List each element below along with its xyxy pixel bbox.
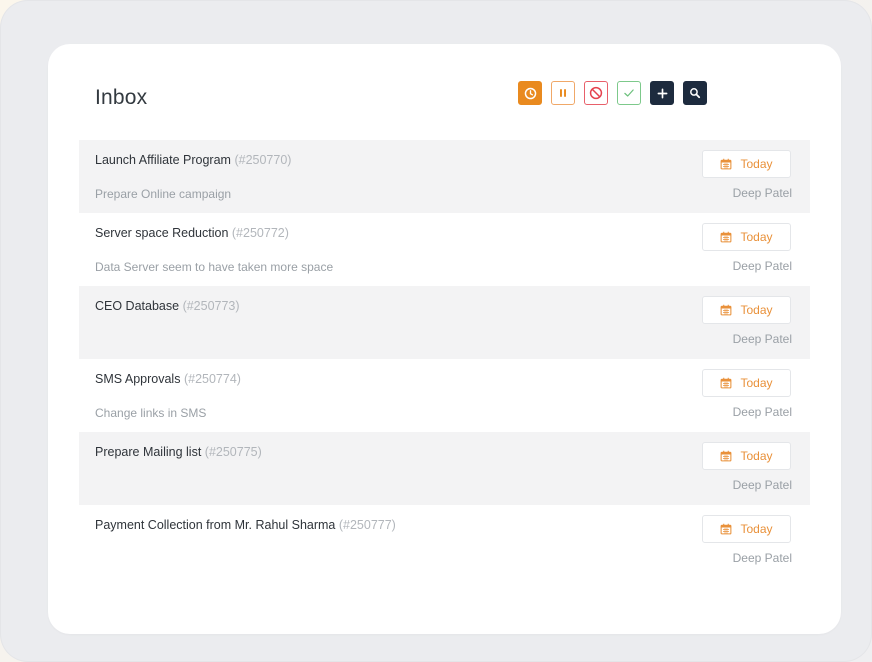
task-title: Launch Affiliate Program (#250770): [95, 153, 291, 167]
task-name: SMS Approvals: [95, 372, 181, 386]
calendar-icon: [721, 523, 732, 535]
due-date-badge[interactable]: Today: [702, 223, 791, 251]
page-frame: Inbox Launch Affiliate Program (#250770)…: [0, 0, 872, 662]
task-title: Prepare Mailing list (#250775): [95, 445, 262, 459]
search-icon: [690, 88, 701, 99]
task-id: (#250770): [234, 153, 292, 167]
task-id: (#250774): [183, 372, 241, 386]
calendar-icon: [721, 450, 732, 462]
task-title: Server space Reduction (#250772): [95, 226, 289, 240]
clock-icon: [524, 87, 536, 99]
task-name: CEO Database: [95, 299, 180, 313]
calendar-icon: [721, 158, 732, 170]
due-date-label: Today: [740, 303, 773, 317]
task-name: Payment Collection from Mr. Rahul Sharma: [95, 518, 336, 532]
task-name: Launch Affiliate Program: [95, 153, 231, 167]
task-assignee: Deep Patel: [732, 405, 792, 419]
task-id: (#250773): [182, 299, 240, 313]
filter-pending-button[interactable]: [518, 81, 542, 105]
task-row[interactable]: SMS Approvals (#250774) Change links in …: [79, 359, 810, 432]
calendar-icon: [721, 377, 732, 389]
task-id: (#250772): [231, 226, 289, 240]
task-row[interactable]: Server space Reduction (#250772) Data Se…: [79, 213, 810, 286]
due-date-label: Today: [740, 157, 773, 171]
task-id: (#250777): [338, 518, 396, 532]
check-icon: [624, 89, 634, 97]
task-title: CEO Database (#250773): [95, 299, 240, 313]
due-date-badge[interactable]: Today: [702, 442, 791, 470]
page-title: Inbox: [95, 86, 148, 109]
task-row[interactable]: Launch Affiliate Program (#250770) Prepa…: [79, 140, 810, 213]
due-date-badge[interactable]: Today: [702, 369, 791, 397]
task-assignee: Deep Patel: [732, 332, 792, 346]
filter-cancelled-button[interactable]: [584, 81, 608, 105]
task-description: Data Server seem to have taken more spac…: [95, 260, 334, 274]
task-row[interactable]: Payment Collection from Mr. Rahul Sharma…: [79, 505, 810, 578]
due-date-badge[interactable]: Today: [702, 150, 791, 178]
search-button[interactable]: [683, 81, 707, 105]
task-assignee: Deep Patel: [732, 478, 792, 492]
due-date-label: Today: [740, 230, 773, 244]
add-task-button[interactable]: [650, 81, 674, 105]
task-list: Launch Affiliate Program (#250770) Prepa…: [79, 140, 810, 578]
filter-paused-button[interactable]: [551, 81, 575, 105]
pause-icon: [560, 89, 566, 97]
block-icon: [589, 86, 603, 100]
due-date-label: Today: [740, 522, 773, 536]
toolbar: [518, 81, 707, 105]
task-row[interactable]: CEO Database (#250773) Today Deep Patel: [79, 286, 810, 359]
task-id: (#250775): [204, 445, 262, 459]
calendar-icon: [721, 231, 732, 243]
filter-completed-button[interactable]: [617, 81, 641, 105]
due-date-label: Today: [740, 449, 773, 463]
task-name: Server space Reduction: [95, 226, 229, 240]
task-description: Prepare Online campaign: [95, 187, 232, 201]
task-name: Prepare Mailing list: [95, 445, 202, 459]
task-assignee: Deep Patel: [732, 186, 792, 200]
due-date-label: Today: [740, 376, 773, 390]
due-date-badge[interactable]: Today: [702, 296, 791, 324]
due-date-badge[interactable]: Today: [702, 515, 791, 543]
task-assignee: Deep Patel: [732, 551, 792, 565]
task-assignee: Deep Patel: [732, 259, 792, 273]
task-row[interactable]: Prepare Mailing list (#250775) Today Dee…: [79, 432, 810, 505]
task-title: Payment Collection from Mr. Rahul Sharma…: [95, 518, 396, 532]
inbox-card: Inbox Launch Affiliate Program (#250770)…: [48, 44, 841, 634]
calendar-icon: [721, 304, 732, 316]
plus-icon: [657, 88, 667, 98]
task-description: Change links in SMS: [95, 406, 207, 420]
task-title: SMS Approvals (#250774): [95, 372, 241, 386]
